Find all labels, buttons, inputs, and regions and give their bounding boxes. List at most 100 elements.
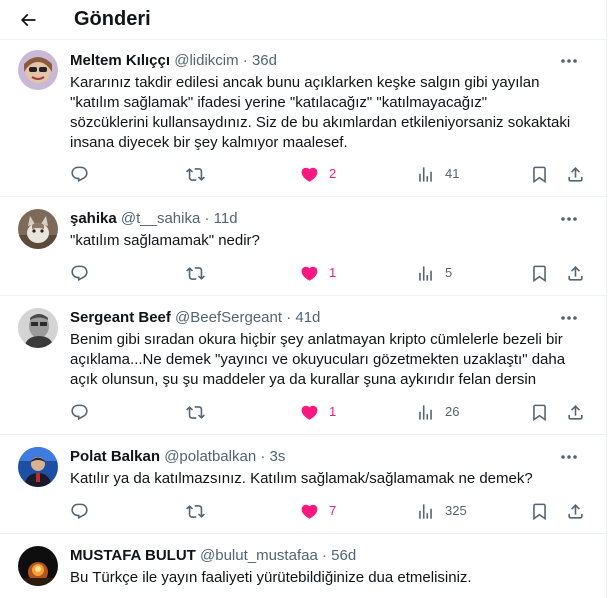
retweet-icon bbox=[186, 504, 205, 518]
timestamp[interactable]: 36d bbox=[252, 52, 277, 69]
page-title: Gönderi bbox=[74, 8, 151, 30]
author-name[interactable]: şahika bbox=[70, 210, 117, 227]
bookmark-icon bbox=[533, 166, 546, 183]
separator-dot: · bbox=[242, 52, 248, 69]
like-button[interactable]: 2 bbox=[300, 164, 336, 184]
author-handle[interactable]: @t__sahika bbox=[121, 210, 200, 227]
bookmark-icon bbox=[533, 404, 546, 421]
share-button[interactable] bbox=[566, 501, 585, 521]
reply-button[interactable] bbox=[70, 263, 89, 283]
view-count: 325 bbox=[445, 503, 467, 518]
retweet-button[interactable] bbox=[186, 164, 205, 184]
timestamp[interactable]: 3s bbox=[270, 448, 286, 465]
arrow-left-icon bbox=[20, 13, 36, 27]
more-horizontal-icon bbox=[561, 316, 577, 320]
author-name[interactable]: Meltem Kılıççı bbox=[70, 52, 170, 69]
tweet-text: Katılır ya da katılmazsınız. Katılım sağ… bbox=[70, 470, 533, 487]
more-options-button[interactable] bbox=[558, 51, 580, 71]
author-handle[interactable]: @BeefSergeant bbox=[175, 309, 282, 326]
more-options-button[interactable] bbox=[558, 308, 580, 328]
author-name[interactable]: MUSTAFA BULUT bbox=[70, 547, 196, 564]
avatar[interactable] bbox=[18, 50, 58, 90]
like-count: 1 bbox=[329, 404, 337, 419]
reply-icon bbox=[71, 265, 88, 281]
share-button[interactable] bbox=[566, 263, 585, 283]
more-horizontal-icon bbox=[561, 455, 577, 459]
like-count: 1 bbox=[329, 265, 337, 280]
reply-button[interactable] bbox=[70, 501, 89, 521]
timestamp[interactable]: 56d bbox=[331, 547, 356, 564]
bookmark-button[interactable] bbox=[530, 501, 549, 521]
author-name[interactable]: Polat Balkan bbox=[70, 448, 160, 465]
separator-dot: · bbox=[321, 547, 327, 564]
tweet-actions: 1 5 bbox=[70, 263, 590, 283]
avatar[interactable] bbox=[18, 308, 58, 348]
tweet-text: Bu Türkçe ile yayın faaliyeti yürütebild… bbox=[70, 569, 472, 586]
share-icon bbox=[568, 166, 583, 182]
timestamp[interactable]: 11d bbox=[214, 210, 238, 227]
reply-tweet[interactable]: Sergeant Beef @BeefSergeant · 41d Benim … bbox=[0, 296, 606, 435]
view-count: 5 bbox=[445, 265, 453, 280]
retweet-icon bbox=[186, 167, 205, 181]
separator-dot: · bbox=[204, 210, 210, 227]
avatar[interactable] bbox=[18, 546, 58, 586]
views-button[interactable]: 41 bbox=[416, 164, 459, 184]
like-count: 2 bbox=[329, 166, 337, 181]
views-button[interactable]: 5 bbox=[416, 263, 452, 283]
analytics-icon bbox=[419, 166, 432, 182]
timestamp[interactable]: 41d bbox=[295, 309, 320, 326]
retweet-icon bbox=[186, 405, 205, 419]
author-handle[interactable]: @polatbalkan bbox=[164, 448, 256, 465]
bookmark-button[interactable] bbox=[530, 263, 549, 283]
heart-filled-icon bbox=[301, 405, 318, 420]
author-handle[interactable]: @bulut_mustafaa bbox=[200, 547, 318, 564]
reply-button[interactable] bbox=[70, 402, 89, 422]
separator-dot: · bbox=[286, 309, 292, 326]
analytics-icon bbox=[419, 404, 432, 420]
share-button[interactable] bbox=[566, 164, 585, 184]
tweet-text: Kararınız takdir edilesi ancak bunu açık… bbox=[70, 74, 571, 151]
author-handle[interactable]: @lidikcim bbox=[174, 52, 238, 69]
back-button[interactable] bbox=[14, 6, 42, 34]
share-icon bbox=[568, 265, 583, 281]
view-count: 41 bbox=[445, 166, 460, 181]
tweet-text: "katılım sağlamamak" nedir? bbox=[70, 232, 260, 249]
analytics-icon bbox=[419, 503, 432, 519]
share-button[interactable] bbox=[566, 402, 585, 422]
author-name[interactable]: Sergeant Beef bbox=[70, 309, 171, 326]
like-button[interactable]: 7 bbox=[300, 501, 336, 521]
heart-filled-icon bbox=[301, 167, 318, 182]
bookmark-button[interactable] bbox=[530, 402, 549, 422]
views-button[interactable]: 26 bbox=[416, 402, 459, 422]
reply-tweet[interactable]: Polat Balkan @polatbalkan · 3s Katılır y… bbox=[0, 435, 606, 534]
tweet-actions: 7 325 bbox=[70, 501, 590, 521]
views-button[interactable]: 325 bbox=[416, 501, 467, 521]
like-button[interactable]: 1 bbox=[300, 263, 336, 283]
reply-tweet[interactable]: MUSTAFA BULUT @bulut_mustafaa · 56d Bu T… bbox=[0, 534, 606, 598]
tweet-header: Sergeant Beef @BeefSergeant · 41d bbox=[70, 308, 320, 328]
tweet-text: Benim gibi sıradan okura hiçbir şey anla… bbox=[70, 331, 566, 388]
reply-tweet[interactable]: şahika @t__sahika · 11d "katılım sağlama… bbox=[0, 197, 606, 296]
tweet-actions: 1 26 bbox=[70, 402, 590, 422]
reply-button[interactable] bbox=[70, 164, 89, 184]
more-options-button[interactable] bbox=[558, 447, 580, 467]
analytics-icon bbox=[419, 265, 432, 281]
bookmark-icon bbox=[533, 265, 546, 282]
retweet-button[interactable] bbox=[186, 402, 205, 422]
tweet-header: şahika @t__sahika · 11d bbox=[70, 209, 238, 229]
more-horizontal-icon bbox=[561, 59, 577, 63]
like-button[interactable]: 1 bbox=[300, 402, 336, 422]
avatar[interactable] bbox=[18, 447, 58, 487]
conversation-timeline: Gönderi Meltem Kılıççı @lidikcim · 36d K… bbox=[0, 0, 607, 598]
reply-icon bbox=[71, 166, 88, 182]
retweet-button[interactable] bbox=[186, 501, 205, 521]
tweet-header: MUSTAFA BULUT @bulut_mustafaa · 56d bbox=[70, 546, 356, 566]
separator-dot: · bbox=[260, 448, 266, 465]
more-options-button[interactable] bbox=[558, 209, 580, 229]
bookmark-button[interactable] bbox=[530, 164, 549, 184]
heart-filled-icon bbox=[301, 266, 318, 281]
retweet-icon bbox=[186, 266, 205, 280]
avatar[interactable] bbox=[18, 209, 58, 249]
retweet-button[interactable] bbox=[186, 263, 205, 283]
reply-tweet[interactable]: Meltem Kılıççı @lidikcim · 36d Kararınız… bbox=[0, 40, 606, 197]
